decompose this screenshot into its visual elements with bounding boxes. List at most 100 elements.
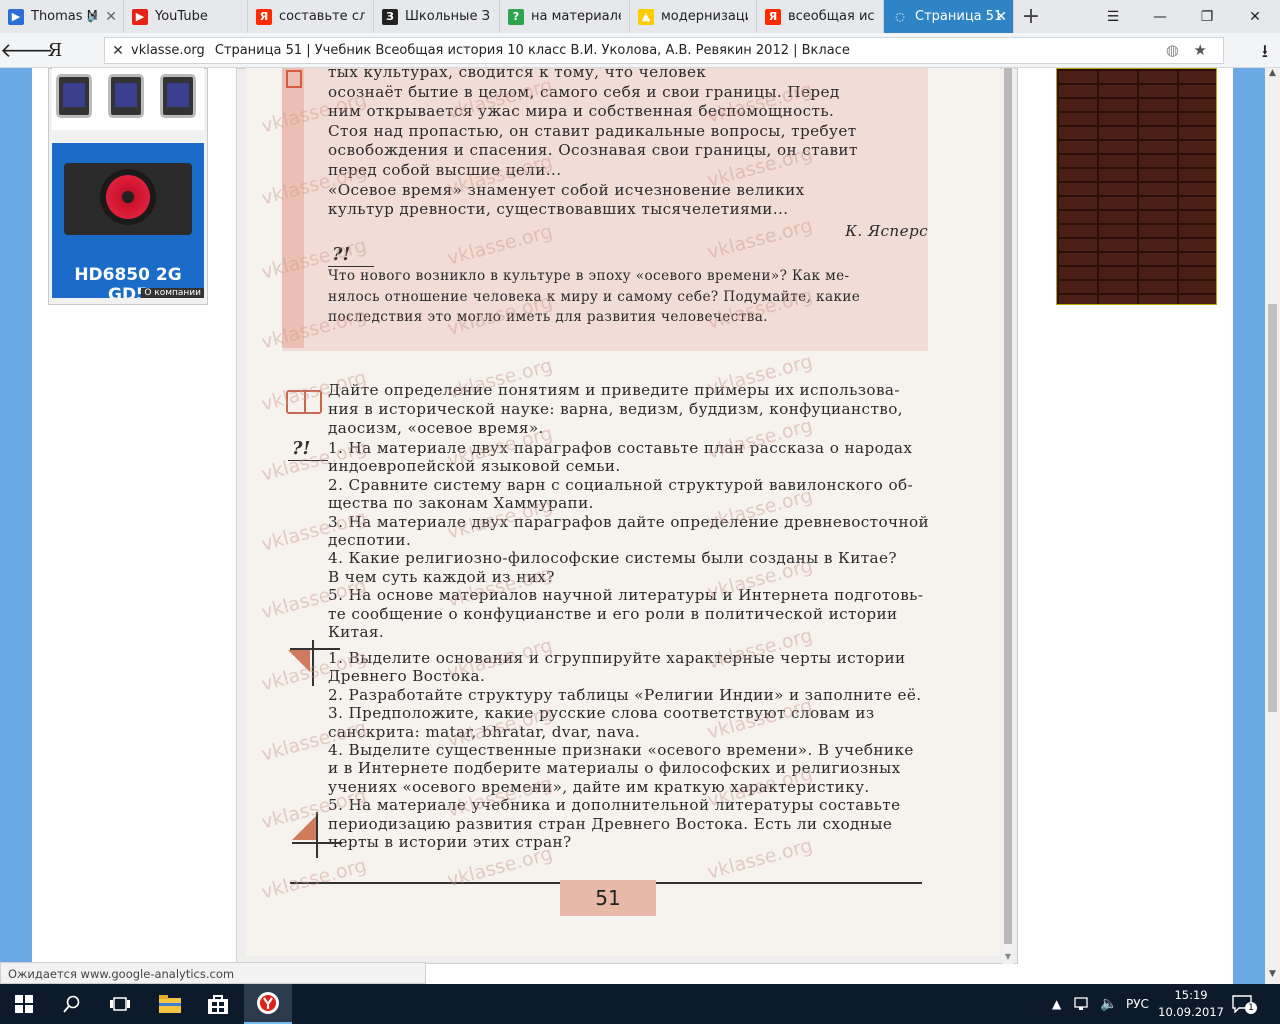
textbook-line: нялось отношение человека к миру и самом…: [328, 288, 861, 305]
address-bar[interactable]: ✕ vklasse.org Страница 51 | Учебник Всео…: [104, 37, 1224, 64]
search-button[interactable]: [48, 984, 96, 1024]
minimize-button[interactable]: —: [1137, 0, 1183, 33]
graphics-card-ad-image[interactable]: HD6850 2G GD5 О компании: [52, 143, 204, 298]
gpu-fan-icon: [100, 169, 156, 225]
windows-logo-icon: [15, 995, 33, 1013]
volume-icon[interactable]: 🔈: [1100, 984, 1117, 1024]
back-button[interactable]: 🡐: [0, 38, 54, 62]
restore-button[interactable]: ❐: [1184, 0, 1230, 33]
clock-time: 15:19: [1174, 988, 1208, 1002]
notifications-button[interactable]: 1: [1232, 984, 1257, 1024]
page-number: 51: [595, 886, 621, 910]
notification-count: 1: [1245, 1002, 1257, 1014]
watermark-text: vklasse.org: [258, 854, 369, 904]
textbook-line: 5. На материале учебника и дополнительно…: [328, 796, 901, 815]
tab-label: Школьные Знан: [405, 9, 491, 24]
scroll-down-icon[interactable]: ▼: [1265, 969, 1280, 984]
tab-strip: ▶Thomas M🔈✕▶YouTubeЯсоставьте сложЗШколь…: [0, 0, 1280, 33]
textbook-line: 5. На основе материалов научной литерату…: [328, 586, 924, 605]
textbook-line: санскрита: matar, bhratar, dvar, nava.: [328, 722, 641, 741]
tab-label: составьте слож: [279, 9, 365, 24]
textbook-line: индоевропейской языковой семьи.: [328, 457, 621, 476]
tab-1[interactable]: ▶ Thomas M 🔈 ✕: [0, 0, 124, 33]
tab-label: на материале д: [531, 9, 621, 24]
tab-favicon-icon: ◌: [892, 8, 908, 25]
bookmark-star-icon[interactable]: ★: [1194, 41, 1207, 59]
textbook-line: перед собой высшие цели...: [328, 161, 562, 179]
smartwatch-ad-image[interactable]: [52, 68, 204, 130]
textbook-line: тых культурах, сводится к тому, что чело…: [328, 68, 707, 81]
tray-expand-icon[interactable]: ▲: [1052, 984, 1061, 1024]
textbook-line: щества по законам Хаммурапи.: [328, 494, 594, 513]
textbook-line: 2. Разработайте структуру таблицы «Религ…: [328, 685, 922, 704]
task-view-button[interactable]: [96, 984, 144, 1024]
tab-6[interactable]: ▲ модернизация: [630, 0, 757, 33]
textbook-line: те сообщение о конфуцианстве и его роли …: [328, 604, 898, 623]
stop-loading-icon[interactable]: ✕: [105, 43, 131, 59]
input-language[interactable]: РУС: [1126, 984, 1149, 1024]
tab-close-icon[interactable]: ✕: [105, 9, 117, 25]
tab-close-icon[interactable]: ✕: [995, 9, 1007, 25]
system-clock[interactable]: 15:19 10.09.2017: [1158, 987, 1224, 1021]
tab-label: YouTube: [155, 9, 208, 24]
textbook-line: В чем суть каждой из них?: [328, 567, 555, 586]
tab-favicon-icon: Я: [256, 8, 272, 25]
tab-favicon-icon: Я: [765, 8, 781, 25]
downloads-icon[interactable]: ⭳: [1262, 39, 1268, 69]
textbook-line: ним открывается ужас мира и собственная …: [328, 102, 835, 121]
search-icon: [63, 995, 80, 1013]
scroll-down-icon[interactable]: ▼: [1002, 952, 1014, 964]
textbook-line: 1. На материале двух параграфов составьт…: [328, 439, 913, 457]
tab-favicon-icon: ▲: [638, 8, 654, 25]
folder-icon: [159, 995, 181, 1013]
textbook-line: «Осевое время» знаменует собой исчезнове…: [328, 180, 805, 199]
translate-icon[interactable]: ◍: [1166, 41, 1179, 59]
textbook-line: Стоя над пропастью, он ставит радикальны…: [328, 121, 857, 140]
web-page: HD6850 2G GD5 О компании тых культурах, …: [0, 68, 1265, 984]
tab-8[interactable]: ◌ Страница 51 ✕: [884, 0, 1014, 33]
file-explorer-button[interactable]: [146, 984, 194, 1024]
textbook-line: периодизацию развития стран Древнего Вос…: [328, 814, 893, 833]
address-domain: vklasse.org: [131, 43, 205, 58]
tab-favicon-icon: ▶: [132, 8, 148, 25]
brick-wall-ad-image[interactable]: [1057, 69, 1216, 304]
new-tab-button[interactable]: +: [1014, 0, 1048, 33]
textbook-line: 3. Предположите, какие русские слова соо…: [328, 704, 875, 723]
textbook-line: 3. На материале двух параграфов дайте оп…: [328, 512, 930, 531]
textbook-line: 4. Выделите существенные признаки «осево…: [328, 741, 914, 759]
tab-7[interactable]: Явсеобщая истор: [757, 0, 884, 33]
page-scrollbar[interactable]: ▲ ▼: [1265, 68, 1280, 984]
start-button[interactable]: [0, 984, 48, 1024]
textbook-line: 2. Сравните систему варн с социальной ст…: [328, 475, 914, 494]
textbook-line: 4. Какие религиозно-философские системы …: [328, 549, 897, 568]
status-bar: Ожидается www.google-analytics.com: [0, 962, 426, 984]
ad-about-link[interactable]: О компании: [141, 288, 204, 298]
yandex-browser-button[interactable]: [244, 984, 292, 1024]
tab-5[interactable]: ? на материале д: [500, 0, 630, 33]
close-window-button[interactable]: ✕: [1232, 0, 1278, 33]
tab-3[interactable]: Ясоставьте слож: [248, 0, 374, 33]
textbook-line: 1. Выделите основания и сгруппируйте хар…: [328, 649, 906, 667]
right-ad-banner[interactable]: [1056, 68, 1217, 305]
tab-favicon-icon: З: [382, 8, 398, 25]
tab-favicon-icon: ?: [508, 8, 524, 25]
store-icon: [208, 995, 228, 1014]
tab-audio-icon[interactable]: 🔈: [87, 10, 101, 23]
store-button[interactable]: [194, 984, 242, 1024]
textbook-line: Что нового возникло в культуре в эпоху «…: [328, 268, 850, 284]
textbook-line: деспотии.: [328, 531, 412, 549]
tab-4[interactable]: З Школьные Знан: [374, 0, 500, 33]
textbook-line: Китая.: [328, 623, 385, 641]
scrollbar-thumb[interactable]: [1268, 304, 1277, 712]
task-view-icon: [110, 997, 130, 1011]
yandex-logo-icon[interactable]: Я: [40, 40, 70, 61]
tab-2[interactable]: ▶ YouTube: [124, 0, 248, 33]
textbook-line: осознаёт бытие в целом, самого себя и св…: [328, 82, 840, 101]
browser-menu-button[interactable]: ☰: [1090, 0, 1136, 33]
textbook-scrollbar[interactable]: ▼: [1002, 68, 1014, 964]
network-icon[interactable]: [1074, 984, 1092, 1024]
textbook-line: освобождения и спасения. Осознавая свои …: [328, 141, 858, 160]
tab-label: Страница 51: [915, 9, 1003, 24]
scroll-up-icon[interactable]: ▲: [1265, 68, 1280, 83]
clock-date: 10.09.2017: [1158, 1005, 1224, 1019]
